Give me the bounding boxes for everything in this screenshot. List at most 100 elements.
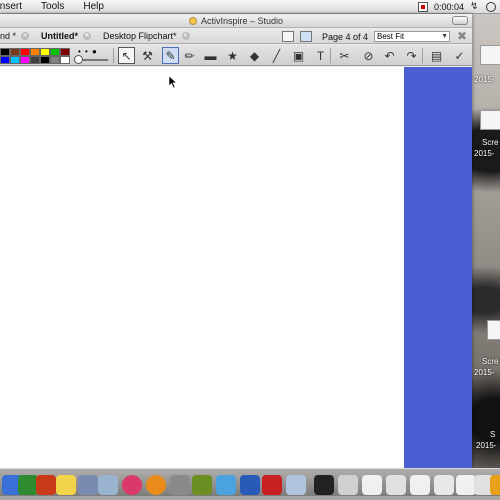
menu-tools[interactable]: Tools	[41, 1, 71, 12]
redo-tool-button[interactable]: ↷	[403, 47, 420, 64]
undo-tool-button[interactable]: ↶	[381, 47, 398, 64]
shape-tool-button[interactable]: ◆	[246, 47, 263, 64]
magic-ink-tool-button[interactable]: ★	[224, 47, 241, 64]
recording-flag-icon[interactable]	[417, 2, 428, 12]
connector-tool-button[interactable]: ╱	[268, 47, 285, 64]
desktop-file-label[interactable]: Scre	[482, 138, 498, 147]
activinspire-window: ActivInspire – Studio and * ✕ Untitled* …	[0, 14, 472, 468]
color-swatch[interactable]	[10, 48, 20, 56]
image-icon[interactable]	[286, 475, 306, 495]
page-browser-icon[interactable]	[281, 31, 294, 42]
desktop-file-date: 2015-	[474, 149, 495, 158]
pen-tool-button[interactable]: ✎	[162, 47, 179, 64]
powerpoint-icon[interactable]	[36, 475, 56, 495]
tab-desktop-flipchart[interactable]: Desktop Flipchart* ✕	[97, 29, 196, 44]
notebook-icon[interactable]	[192, 475, 212, 495]
toolbar-separator	[422, 48, 423, 63]
pen-width-slider-handle[interactable]	[74, 55, 83, 64]
system-preferences-icon[interactable]	[170, 475, 190, 495]
fullscreen-icon[interactable]: ✖	[456, 30, 468, 42]
desktop-file-icon[interactable]	[480, 110, 500, 130]
tab-label: Desktop Flipchart*	[103, 31, 177, 41]
mouse-cursor-icon	[169, 76, 177, 88]
fill-tool-button[interactable]: ▣	[290, 47, 307, 64]
eraser-tool-button[interactable]: ▬	[202, 47, 219, 64]
close-tab-icon[interactable]: ✕	[83, 32, 92, 40]
menu-bar: Insert Tools Help 0:00:04 ↯	[0, 0, 500, 14]
prev-page-icon[interactable]	[299, 31, 312, 42]
doc-icon[interactable]	[490, 475, 500, 495]
doc-icon[interactable]	[386, 475, 406, 495]
folder-icon[interactable]	[338, 475, 358, 495]
dock-shelf	[0, 496, 500, 500]
preview-icon[interactable]	[98, 475, 118, 495]
chevron-down-icon: ▼	[441, 33, 448, 40]
tab-untitled[interactable]: Untitled* ✕	[35, 29, 97, 44]
color-swatch[interactable]	[30, 48, 40, 56]
color-swatch[interactable]	[30, 56, 40, 64]
color-swatch[interactable]	[60, 56, 70, 64]
menu-insert[interactable]: Insert	[0, 1, 29, 12]
doc-icon[interactable]	[410, 475, 430, 495]
color-swatch[interactable]	[40, 56, 50, 64]
bluetooth-icon[interactable]: ↯	[470, 2, 480, 12]
flipchart-page-canvas[interactable]	[0, 67, 404, 468]
cut-tool-button[interactable]: ✂	[336, 47, 353, 64]
highlighter-tool-button[interactable]: ✏	[181, 47, 198, 64]
photos-icon[interactable]	[78, 475, 98, 495]
terminal-icon[interactable]	[314, 475, 334, 495]
doc-icon[interactable]	[434, 475, 454, 495]
activinspire-icon[interactable]	[216, 475, 236, 495]
dock	[0, 468, 500, 500]
page-tool-button[interactable]: ▤	[428, 47, 445, 64]
color-swatch[interactable]	[60, 48, 70, 56]
toolbar-separator	[330, 48, 331, 63]
zoom-select[interactable]: Best Fit ▼	[374, 31, 450, 42]
window-titlebar[interactable]: ActivInspire – Studio	[0, 14, 472, 28]
menu-help[interactable]: Help	[83, 1, 111, 12]
color-palette	[0, 48, 70, 64]
tab-flipchart-and[interactable]: and * ✕	[0, 29, 35, 44]
page-margin-area	[404, 67, 472, 468]
doc-icon[interactable]	[456, 475, 476, 495]
time-machine-icon[interactable]	[486, 2, 496, 12]
desktop-file-icon[interactable]	[480, 45, 500, 65]
tab-label: Untitled*	[41, 31, 79, 41]
close-tab-icon[interactable]: ✕	[21, 32, 30, 40]
tools-tool-button[interactable]: ⚒	[139, 47, 156, 64]
window-toolbar-toggle-button[interactable]	[452, 16, 468, 25]
clear-tool-button[interactable]: ⊘	[360, 47, 377, 64]
color-swatch[interactable]	[0, 48, 10, 56]
itunes-icon[interactable]	[122, 475, 142, 495]
color-swatch[interactable]	[0, 56, 10, 64]
notes-icon[interactable]	[56, 475, 76, 495]
tools-icon[interactable]	[18, 475, 38, 495]
menubar-status-area: 0:00:04 ↯	[417, 0, 496, 14]
text-tool-button[interactable]: T	[312, 47, 329, 64]
color-swatch[interactable]	[50, 56, 60, 64]
tab-label: and *	[0, 31, 17, 41]
color-swatch[interactable]	[10, 56, 20, 64]
color-swatch[interactable]	[20, 48, 30, 56]
desktop-file-label[interactable]: S	[490, 430, 495, 439]
desktop-file-date: 2015-	[476, 441, 497, 450]
ibooks-icon[interactable]	[146, 475, 166, 495]
recording-timer: 0:00:04	[433, 2, 464, 12]
settings-tool-button[interactable]: ✓	[451, 47, 468, 64]
doc-icon[interactable]	[362, 475, 382, 495]
desktop-file-date: 2015-	[474, 75, 495, 84]
close-tab-icon[interactable]: ✕	[181, 32, 190, 40]
pen-width-slider[interactable]	[74, 55, 108, 64]
word-icon[interactable]	[240, 475, 260, 495]
acrobat-icon[interactable]	[262, 475, 282, 495]
color-swatch[interactable]	[20, 56, 30, 64]
app-icon	[188, 17, 197, 25]
color-swatch[interactable]	[50, 48, 60, 56]
desktop-file-icon[interactable]	[487, 320, 500, 340]
pen-width-control[interactable]: • • ●	[72, 48, 110, 64]
select-tool-button[interactable]: ↖	[118, 47, 135, 64]
desktop-file-label[interactable]: Scre	[482, 357, 498, 366]
color-swatch[interactable]	[40, 48, 50, 56]
window-title: ActivInspire – Studio	[200, 16, 284, 26]
main-toolbar: • • ● ↖ ⚒ ✎ ✏ ▬ ★ ◆ ╱ ▣ T ✂ ⊘ ↶ ↷ ▤ ✓	[0, 45, 472, 66]
